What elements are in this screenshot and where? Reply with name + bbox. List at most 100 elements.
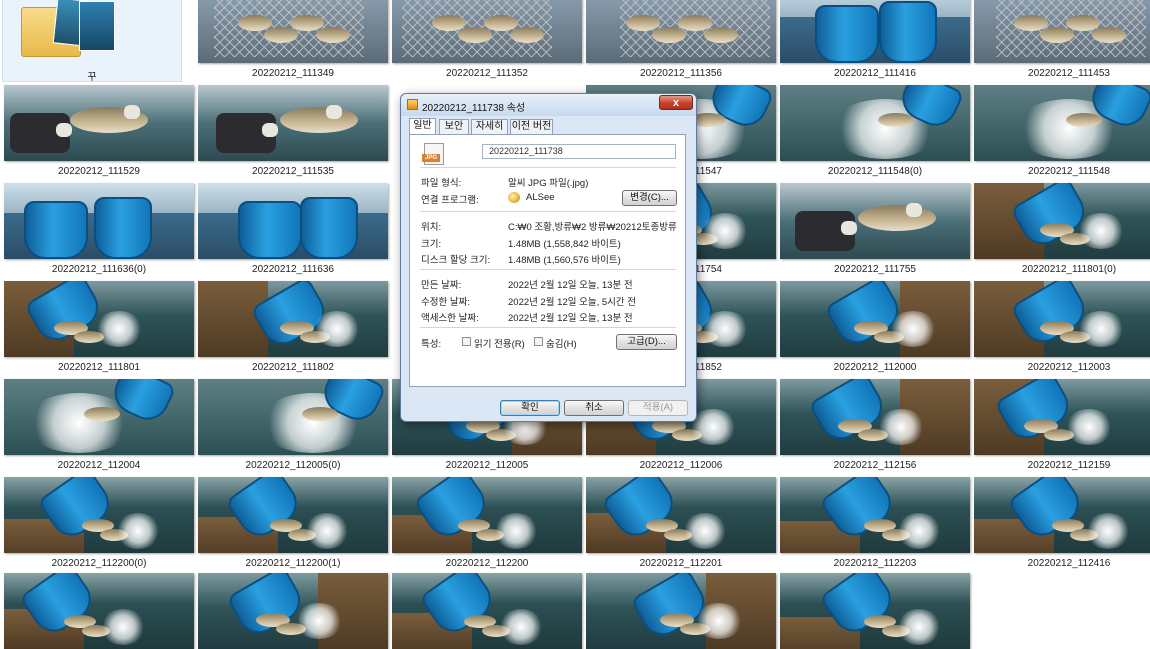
program-value: ALSee (526, 192, 555, 203)
file-tile[interactable]: 20220212_111356 (586, 0, 776, 83)
image-thumbnail[interactable] (4, 183, 194, 259)
image-thumbnail[interactable] (198, 477, 388, 553)
advanced-button[interactable]: 고급(D)... (616, 334, 677, 350)
image-thumbnail[interactable] (780, 573, 970, 649)
file-tile[interactable] (586, 573, 776, 649)
image-thumbnail[interactable] (4, 85, 194, 161)
file-tile[interactable]: 20220212_112416 (974, 477, 1150, 573)
image-thumbnail[interactable] (4, 379, 194, 455)
file-tile[interactable]: 20220212_112200(1) (198, 477, 388, 573)
tab-security[interactable]: 보안 (439, 119, 469, 134)
glove (262, 123, 278, 137)
file-tile[interactable] (392, 573, 582, 649)
file-tile[interactable]: 20220212_111801(0) (974, 183, 1150, 279)
file-tile[interactable] (4, 573, 194, 649)
file-tile[interactable]: 20220212_112203 (780, 477, 970, 573)
file-tile[interactable]: 20220212_112200 (392, 477, 582, 573)
image-thumbnail[interactable] (974, 85, 1150, 161)
image-thumbnail[interactable] (780, 183, 970, 259)
glove (326, 105, 342, 119)
image-thumbnail[interactable] (4, 573, 194, 649)
image-thumbnail[interactable] (392, 573, 582, 649)
image-thumbnail[interactable] (974, 0, 1150, 63)
folder-item[interactable]: 꾸 (2, 0, 182, 83)
image-thumbnail[interactable] (780, 281, 970, 357)
dialog-titlebar[interactable]: 20220212_111738 속성 x (401, 94, 696, 116)
file-tile[interactable]: 20220212_112201 (586, 477, 776, 573)
image-thumbnail[interactable] (198, 573, 388, 649)
file-tile[interactable]: 20220212_112200(0) (4, 477, 194, 573)
file-label: 20220212_111548 (1028, 166, 1110, 177)
file-tile[interactable] (780, 573, 970, 649)
size-value: 1.48MB (1,558,842 바이트) (508, 239, 621, 250)
apply-button[interactable]: 적용(A) (628, 400, 688, 416)
fish (678, 15, 712, 31)
file-tile[interactable]: 20220212_111802 (198, 281, 388, 377)
image-thumbnail[interactable] (4, 281, 194, 357)
file-tile[interactable]: 20220212_111636(0) (4, 183, 194, 279)
file-tile[interactable]: 20220212_111416 (780, 0, 970, 83)
close-button[interactable]: x (659, 95, 693, 110)
image-thumbnail[interactable] (974, 477, 1150, 553)
file-tile[interactable]: 20220212_111548(0) (780, 85, 970, 181)
file-tile[interactable]: 20220212_112003 (974, 281, 1150, 377)
image-thumbnail[interactable] (198, 379, 388, 455)
file-tile[interactable]: 20220212_111535 (198, 85, 388, 181)
file-label: 20220212_111453 (1028, 68, 1110, 79)
file-tile[interactable]: 20220212_111636 (198, 183, 388, 279)
ok-button[interactable]: 확인 (500, 400, 560, 416)
tab-previous-versions[interactable]: 이전 버전 (510, 119, 553, 134)
splash (888, 311, 938, 347)
file-label: 20220212_112003 (1027, 362, 1111, 373)
fish (290, 15, 324, 31)
image-thumbnail[interactable] (198, 183, 388, 259)
size-label: 크기: (421, 239, 442, 250)
file-tile[interactable]: 20220212_111801 (4, 281, 194, 377)
image-thumbnail[interactable] (586, 573, 776, 649)
file-tile[interactable]: 20220212_112159 (974, 379, 1150, 475)
hidden-checkbox[interactable] (534, 337, 543, 346)
image-thumbnail[interactable] (392, 0, 582, 63)
cancel-button[interactable]: 취소 (564, 400, 624, 416)
image-thumbnail[interactable] (4, 477, 194, 553)
file-tile[interactable]: 20220212_111755 (780, 183, 970, 279)
image-thumbnail[interactable] (780, 0, 970, 63)
splash (896, 609, 942, 645)
image-thumbnail[interactable] (392, 477, 582, 553)
image-thumbnail[interactable] (586, 477, 776, 553)
fish (652, 27, 686, 43)
image-thumbnail[interactable] (974, 183, 1150, 259)
image-thumbnail[interactable] (198, 0, 388, 63)
file-tile[interactable]: 20220212_111529 (4, 85, 194, 181)
image-thumbnail[interactable] (780, 477, 970, 553)
fish (316, 27, 350, 43)
file-label: 20220212_111356 (640, 68, 722, 79)
image-thumbnail[interactable] (780, 379, 970, 455)
fish (432, 15, 466, 31)
file-tile[interactable]: 20220212_111352 (392, 0, 582, 83)
image-thumbnail[interactable] (586, 0, 776, 63)
fish (510, 27, 544, 43)
filename-input[interactable]: 20220212_111738 (482, 144, 676, 159)
change-button[interactable]: 변경(C)... (622, 190, 677, 206)
file-tile[interactable]: 20220212_111453 (974, 0, 1150, 83)
file-tile[interactable]: 20220212_111548 (974, 85, 1150, 181)
tab-general[interactable]: 일반 (409, 118, 436, 135)
image-thumbnail[interactable] (198, 281, 388, 357)
dialog-title: 20220212_111738 속성 (422, 103, 526, 114)
file-tile[interactable]: 20220212_112156 (780, 379, 970, 475)
file-tile[interactable]: 20220212_111349 (198, 0, 388, 83)
image-thumbnail[interactable] (974, 379, 1150, 455)
readonly-checkbox[interactable] (462, 337, 471, 346)
file-label: 20220212_111416 (834, 68, 916, 79)
image-thumbnail[interactable] (974, 281, 1150, 357)
file-tile[interactable] (198, 573, 388, 649)
image-thumbnail[interactable] (198, 85, 388, 161)
image-thumbnail[interactable] (780, 85, 970, 161)
file-tile[interactable]: 20220212_112000 (780, 281, 970, 377)
location-value: C:₩0 조황,방류₩2 방류₩20212토종방류 (508, 222, 677, 233)
tab-details[interactable]: 자세히 (471, 119, 508, 134)
file-tile[interactable]: 20220212_112004 (4, 379, 194, 475)
created-value: 2022년 2월 12일 오늘, 13분 전 (508, 280, 633, 291)
file-tile[interactable]: 20220212_112005(0) (198, 379, 388, 475)
